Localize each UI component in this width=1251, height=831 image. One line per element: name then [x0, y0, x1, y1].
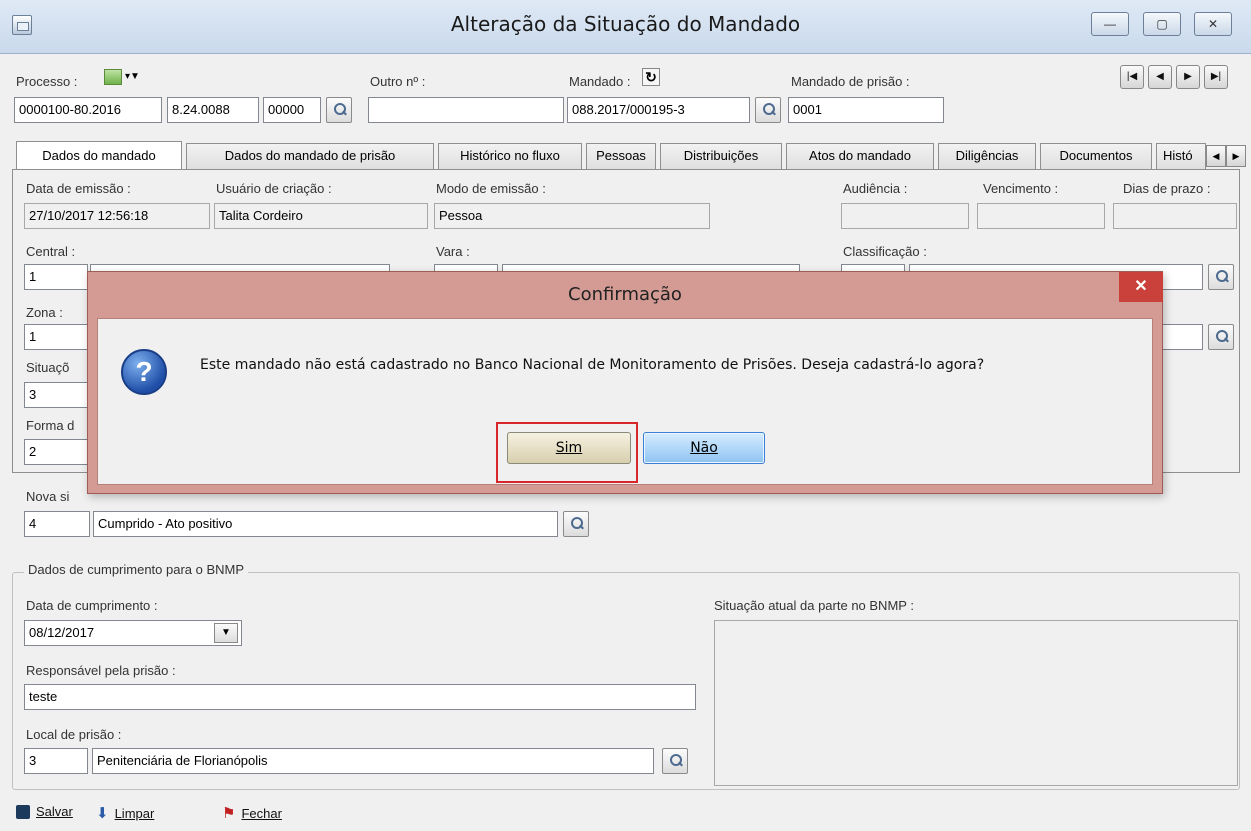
- situacao-atual-box: [714, 620, 1238, 786]
- nova-situacao-desc-field[interactable]: Cumprido - Ato positivo: [93, 511, 558, 537]
- last-record-button[interactable]: ▶|: [1204, 65, 1228, 89]
- audiencia-field: [841, 203, 969, 229]
- vencimento-field: [977, 203, 1105, 229]
- search-local-prisao-button[interactable]: [662, 748, 688, 774]
- mandado-label: Mandado :: [569, 74, 631, 89]
- vencimento-label: Vencimento :: [983, 181, 1059, 196]
- refresh-icon[interactable]: ↻: [642, 68, 660, 86]
- first-record-button[interactable]: |◀: [1120, 65, 1144, 89]
- central-label: Central :: [26, 244, 76, 259]
- processo-part-1[interactable]: 0000100-80.2016: [14, 97, 162, 123]
- excel-icon[interactable]: [104, 69, 122, 85]
- tab-dados-mandado-prisao[interactable]: Dados do mandado de prisão: [186, 143, 434, 169]
- situacao-label: Situaçõ: [26, 360, 70, 375]
- search-nova-situacao-button[interactable]: [563, 511, 589, 537]
- responsavel-input[interactable]: teste: [24, 684, 696, 710]
- bnmp-group-title: Dados de cumprimento para o BNMP: [24, 562, 249, 577]
- minimize-button[interactable]: —: [1091, 12, 1129, 36]
- search-processo-button[interactable]: [326, 97, 352, 123]
- dialog-close-button[interactable]: ✕: [1119, 272, 1163, 302]
- audiencia-label: Audiência :: [843, 181, 908, 196]
- limpar-label: Limpar: [114, 805, 155, 821]
- search-classificacao-button[interactable]: [1208, 264, 1234, 290]
- tab-historico-fluxo[interactable]: Histórico no fluxo: [438, 143, 582, 169]
- tab-historico[interactable]: Histó: [1156, 143, 1206, 169]
- window-title: Alteração da Situação do Mandado: [450, 12, 801, 36]
- classificacao-label: Classificação :: [843, 244, 927, 259]
- question-icon: ?: [121, 349, 167, 395]
- close-flag-icon: ⚑: [222, 805, 236, 822]
- maximize-button[interactable]: ▢: [1143, 12, 1181, 36]
- nova-situacao-label: Nova si: [26, 489, 70, 504]
- dias-prazo-label: Dias de prazo :: [1123, 181, 1211, 196]
- close-window-button[interactable]: ✕: [1194, 12, 1232, 36]
- tab-scroll-right-button[interactable]: ▶: [1226, 145, 1246, 167]
- central-code-field[interactable]: 1: [24, 264, 88, 290]
- modo-emissao-label: Modo de emissão :: [436, 181, 546, 196]
- situacao-code-field[interactable]: 3: [24, 382, 88, 408]
- data-cumprimento-picker[interactable]: 08/12/2017: [24, 620, 242, 646]
- tab-diligencias[interactable]: Diligências: [938, 143, 1036, 169]
- tab-documentos[interactable]: Documentos: [1040, 143, 1152, 169]
- data-cumprimento-label: Data de cumprimento :: [26, 598, 158, 613]
- outro-label: Outro nº :: [370, 74, 426, 89]
- data-emissao-field: 27/10/2017 12:56:18: [24, 203, 210, 229]
- situacao-atual-label: Situação atual da parte no BNMP :: [714, 598, 914, 613]
- local-prisao-label: Local de prisão :: [26, 727, 122, 742]
- dialog-title: Confirmação: [568, 284, 682, 305]
- modo-emissao-field: Pessoa: [434, 203, 710, 229]
- sim-highlight-box: [496, 422, 638, 483]
- next-record-button[interactable]: ▶: [1176, 65, 1200, 89]
- zona-label: Zona :: [26, 305, 63, 320]
- dialog-message: Este mandado não está cadastrado no Banc…: [200, 357, 985, 373]
- usuario-label: Usuário de criação :: [216, 181, 332, 196]
- tab-pessoas[interactable]: Pessoas: [586, 143, 656, 169]
- mandado-prisao-input[interactable]: 0001: [788, 97, 944, 123]
- tab-distribuicoes[interactable]: Distribuições: [660, 143, 782, 169]
- tab-atos-mandado[interactable]: Atos do mandado: [786, 143, 934, 169]
- broom-icon: ⬇: [96, 805, 109, 822]
- nao-button[interactable]: Não: [643, 432, 765, 464]
- search-zona-button[interactable]: [1208, 324, 1234, 350]
- processo-part-3[interactable]: 00000: [263, 97, 321, 123]
- nova-situacao-code-field[interactable]: 4: [24, 511, 90, 537]
- forma-label: Forma d: [26, 418, 75, 433]
- mandado-prisao-label: Mandado de prisão :: [791, 74, 910, 89]
- chevron-down-icon[interactable]: ▾▼: [125, 71, 140, 82]
- zona-code-field[interactable]: 1: [24, 324, 88, 350]
- tab-scroll-left-button[interactable]: ◀: [1206, 145, 1226, 167]
- limpar-button[interactable]: ⬇ Limpar: [96, 804, 154, 822]
- local-prisao-code-field[interactable]: 3: [24, 748, 88, 774]
- salvar-button[interactable]: Salvar: [16, 804, 73, 819]
- save-icon: [16, 804, 30, 819]
- fechar-label: Fechar: [241, 805, 282, 821]
- dias-prazo-field: [1113, 203, 1237, 229]
- calendar-dropdown-button[interactable]: ▼: [214, 623, 238, 643]
- processo-label: Processo :: [16, 74, 78, 89]
- data-emissao-label: Data de emissão :: [26, 181, 131, 196]
- local-prisao-desc-field[interactable]: Penitenciária de Florianópolis: [92, 748, 654, 774]
- fechar-button[interactable]: ⚑ Fechar: [222, 804, 282, 822]
- nao-label: Não: [690, 440, 718, 456]
- search-mandado-button[interactable]: [755, 97, 781, 123]
- previous-record-button[interactable]: ◀: [1148, 65, 1172, 89]
- mandado-input[interactable]: 088.2017/000195-3: [567, 97, 750, 123]
- responsavel-label: Responsável pela prisão :: [26, 663, 176, 678]
- forma-code-field[interactable]: 2: [24, 439, 88, 465]
- processo-part-2[interactable]: 8.24.0088: [167, 97, 259, 123]
- usuario-field: Talita Cordeiro: [214, 203, 428, 229]
- tab-dados-mandado[interactable]: Dados do mandado: [16, 141, 182, 169]
- outro-input[interactable]: [368, 97, 564, 123]
- vara-label: Vara :: [436, 244, 470, 259]
- salvar-label: Salvar: [36, 804, 73, 819]
